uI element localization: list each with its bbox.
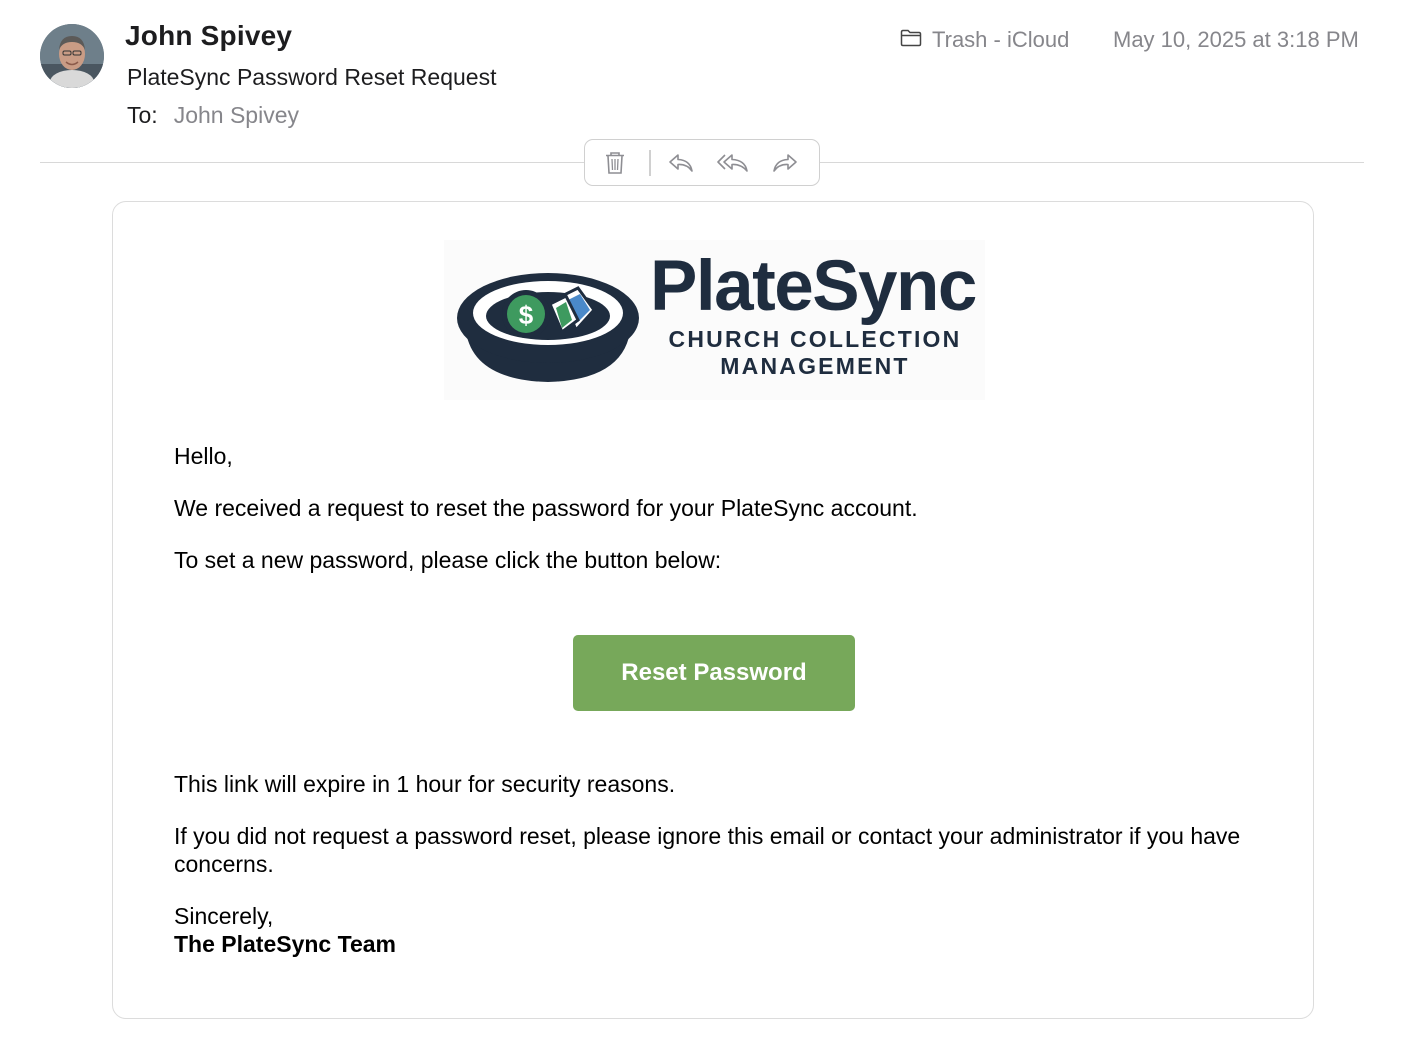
- instruction-paragraph: To set a new password, please click the …: [174, 547, 722, 573]
- to-label: To:: [127, 102, 158, 128]
- forward-icon: [772, 152, 798, 174]
- logo-tagline: CHURCH COLLECTION MANAGEMENT: [668, 326, 962, 379]
- trash-icon: [604, 151, 626, 175]
- delete-button[interactable]: [585, 140, 645, 185]
- logo-wordmark: PlateSync: [650, 247, 977, 326]
- mailbox-location[interactable]: Trash - iCloud: [900, 27, 1069, 53]
- sender-avatar: [40, 24, 104, 88]
- closing: Sincerely,: [174, 903, 274, 929]
- reply-icon: [668, 152, 694, 174]
- reply-all-icon: [716, 152, 749, 174]
- recipient-row: To: John Spivey: [127, 102, 299, 129]
- reset-password-button[interactable]: Reset Password: [573, 635, 855, 711]
- expiry-note: This link will expire in 1 hour for secu…: [174, 771, 676, 797]
- email-subject: PlateSync Password Reset Request: [127, 64, 497, 90]
- reply-all-button[interactable]: [707, 140, 759, 185]
- recipient-name[interactable]: John Spivey: [174, 102, 299, 129]
- email-body-card: $ PlateSync CHURCH COLLECTION MANAGEMENT…: [112, 201, 1314, 1019]
- toolbar-separator: [649, 149, 651, 176]
- sender-name[interactable]: John Spivey: [125, 20, 292, 52]
- message-toolbar: [584, 139, 820, 186]
- forward-button[interactable]: [759, 140, 811, 185]
- signature: The PlateSync Team: [174, 931, 396, 957]
- svg-text:$: $: [519, 300, 534, 330]
- reply-button[interactable]: [655, 140, 707, 185]
- avatar-portrait: [40, 24, 104, 88]
- ignore-note: If you did not request a password reset,…: [174, 823, 1241, 877]
- platesync-logo: $ PlateSync CHURCH COLLECTION MANAGEMENT: [444, 240, 985, 400]
- intro-paragraph: We received a request to reset the passw…: [174, 495, 918, 521]
- email-date: May 10, 2025 at 3:18 PM: [1113, 27, 1359, 52]
- folder-icon: [900, 27, 922, 53]
- greeting: Hello,: [174, 443, 233, 469]
- mailbox-label: Trash - iCloud: [932, 27, 1070, 52]
